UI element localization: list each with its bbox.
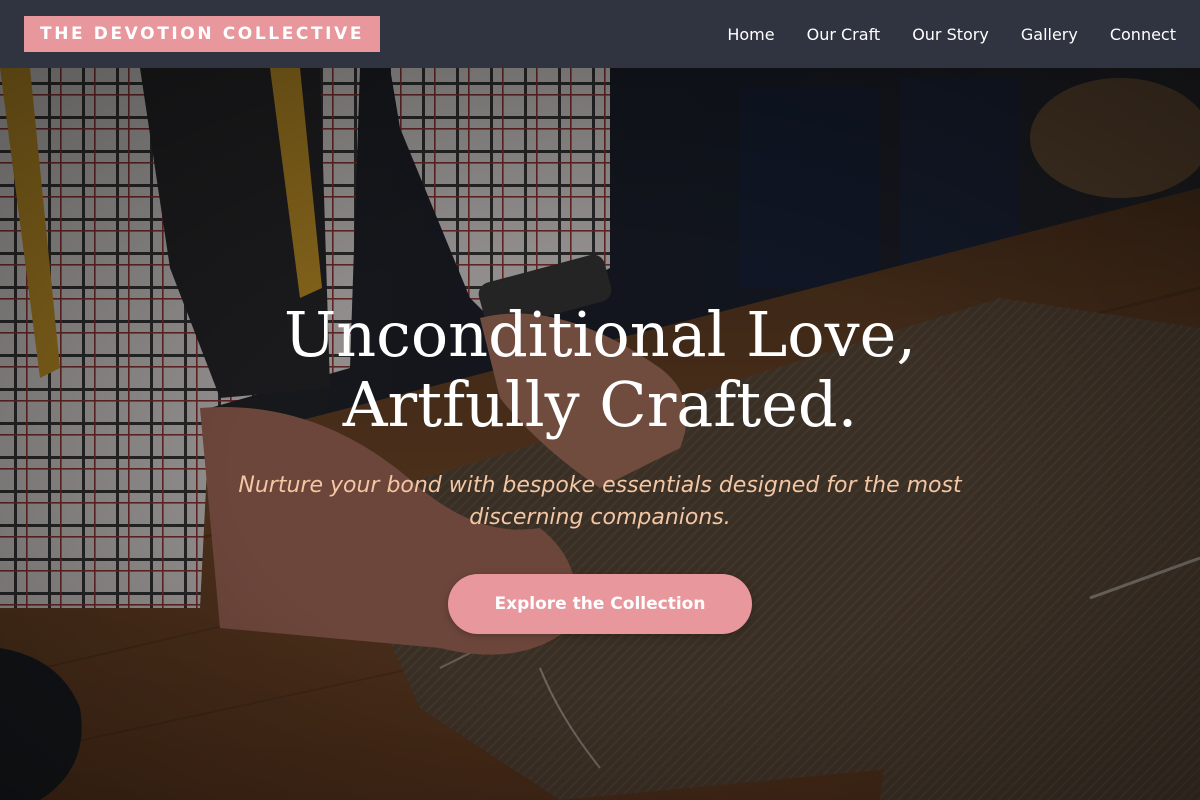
nav-link-connect[interactable]: Connect [1110,25,1176,44]
main-nav: Home Our Craft Our Story Gallery Connect [727,25,1176,44]
hero-headline-line1: Unconditional Love, [283,298,917,371]
nav-link-our-craft[interactable]: Our Craft [807,25,881,44]
nav-link-home[interactable]: Home [727,25,774,44]
hero-subtitle: Nurture your bond with bespoke essential… [238,473,962,530]
hero-section: Unconditional Love, Artfully Crafted. Nu… [0,68,1200,800]
explore-collection-button[interactable]: Explore the Collection [448,574,752,634]
nav-link-gallery[interactable]: Gallery [1021,25,1078,44]
hero-headline-line2: Artfully Crafted. [342,368,858,441]
brand-logo[interactable]: THE DEVOTION COLLECTIVE [24,16,381,52]
hero-headline: Unconditional Love, Artfully Crafted. [100,300,1100,440]
page: THE DEVOTION COLLECTIVE Home Our Craft O… [0,0,1200,800]
site-header: THE DEVOTION COLLECTIVE Home Our Craft O… [0,0,1200,68]
nav-link-our-story[interactable]: Our Story [912,25,989,44]
hero-content: Unconditional Love, Artfully Crafted. Nu… [0,68,1200,800]
